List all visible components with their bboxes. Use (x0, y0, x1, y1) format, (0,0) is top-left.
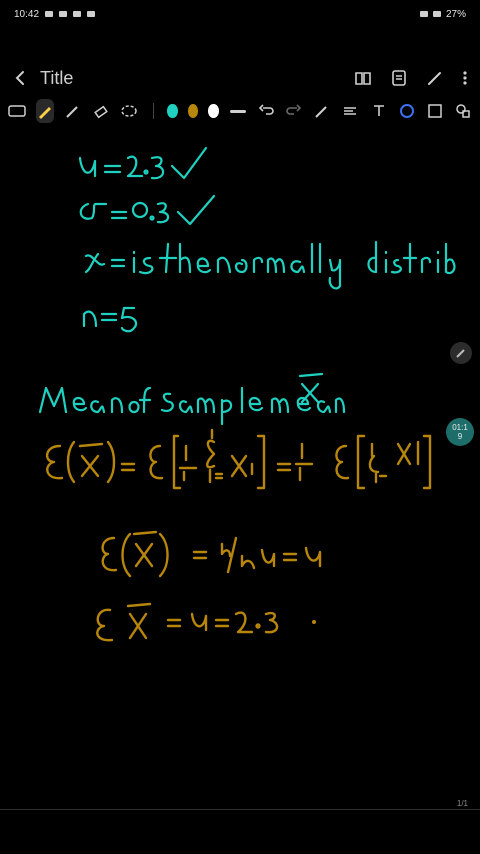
signal-icon (419, 11, 428, 17)
text-align-icon[interactable] (341, 99, 359, 123)
page-divider (0, 809, 480, 810)
wifi-icon (432, 11, 441, 17)
keyboard-icon[interactable] (8, 99, 26, 123)
status-time: 10:42 (14, 8, 40, 20)
redo-icon[interactable] (285, 99, 303, 123)
notification-icon (87, 11, 96, 17)
book-icon[interactable] (354, 69, 372, 87)
notification-icon (59, 11, 68, 17)
note-title[interactable]: Title (40, 68, 73, 89)
notification-icon (73, 11, 82, 17)
toolbar-divider (152, 103, 154, 119)
eraser-icon[interactable] (92, 99, 110, 123)
top-app-bar: Title (0, 60, 480, 96)
status-bar: 10:42 27% (0, 0, 480, 28)
status-left: 10:42 (14, 8, 96, 20)
color-swatch-white[interactable] (208, 104, 219, 118)
more-options-icon[interactable] (462, 69, 468, 87)
status-right: 27% (419, 8, 466, 20)
notification-icon (45, 11, 54, 17)
ink-to-text-icon[interactable] (398, 99, 416, 123)
timer-text: 01:1 9 (452, 423, 468, 441)
stroke-width-icon[interactable] (229, 99, 247, 123)
highlighter-icon[interactable] (426, 69, 444, 87)
color-swatch-teal[interactable] (167, 104, 178, 118)
undo-icon[interactable] (257, 99, 275, 123)
recording-timer[interactable]: 01:1 9 (446, 418, 474, 446)
lasso-icon[interactable] (120, 99, 138, 123)
pen-tool-icon[interactable] (36, 99, 55, 123)
drawing-toolbar (0, 97, 480, 125)
shape-pen-icon[interactable] (313, 99, 331, 123)
battery-level: 27% (445, 8, 466, 20)
color-swatch-gold[interactable] (187, 104, 199, 118)
note-canvas[interactable] (0, 126, 480, 810)
shapes-icon[interactable] (454, 99, 472, 123)
handwriting-layer (38, 146, 456, 642)
pen-settings-handle[interactable] (450, 342, 472, 364)
pen-icon (456, 349, 465, 358)
text-tool-icon[interactable] (370, 99, 388, 123)
pencil-tool-icon[interactable] (64, 99, 82, 123)
page-indicator: 1/1 (456, 799, 468, 808)
note-list-icon[interactable] (390, 69, 408, 87)
format-icon[interactable] (426, 99, 444, 123)
back-arrow-icon[interactable] (12, 69, 30, 87)
